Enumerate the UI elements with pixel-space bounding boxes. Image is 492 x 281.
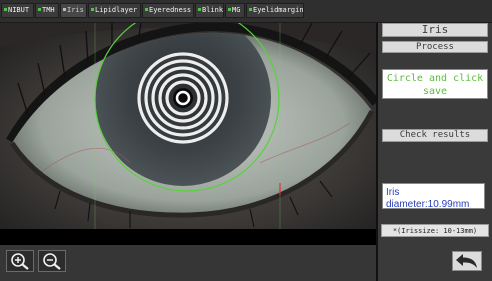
tab-indicator-icon (38, 7, 41, 11)
tab-indicator-icon (63, 7, 66, 11)
back-button[interactable] (452, 251, 482, 271)
tab-lipidlayer[interactable]: Lipidlayer (88, 3, 141, 18)
tab-label: TMH (42, 6, 55, 14)
tab-indicator-icon (145, 7, 148, 11)
zoom-in-button[interactable] (6, 250, 34, 272)
tab-label: Iris (67, 6, 84, 14)
tab-label: NIBUT (8, 6, 30, 14)
panel-title: Iris (382, 23, 488, 37)
tab-eyeredness[interactable]: Eyeredness (142, 3, 194, 18)
image-footer-bar (0, 229, 376, 245)
tab-blink[interactable]: Blink (195, 3, 224, 18)
camera-view[interactable] (0, 23, 376, 229)
tab-label: Eyeredness (149, 6, 192, 14)
tab-iris[interactable]: Iris (60, 3, 87, 18)
tab-tmh[interactable]: TMH (35, 3, 59, 18)
tab-label: Eyelidmargin (253, 6, 304, 14)
tab-label: Lipidlayer (95, 6, 138, 14)
tab-label: Blink (202, 6, 224, 14)
instruction-box: Circle and click save (382, 69, 488, 99)
control-panel: Iris Process Circle and click save Check… (378, 23, 492, 281)
tab-mg[interactable]: MG (225, 3, 245, 18)
eye-image (0, 23, 376, 229)
iris-size-range: *(Irissize: 10-13mm) (381, 224, 489, 237)
zoom-in-icon (11, 253, 29, 270)
zoom-out-icon (43, 253, 61, 270)
check-results-button[interactable]: Check results (382, 129, 488, 142)
tab-indicator-icon (198, 7, 201, 11)
tab-label: MG (232, 6, 241, 14)
tab-indicator-icon (228, 7, 231, 11)
iris-diameter-result: Iris diameter:10.99mm (382, 183, 485, 210)
tab-indicator-icon (4, 7, 7, 11)
tab-indicator-icon (91, 7, 94, 11)
back-arrow-icon (456, 254, 477, 268)
tab-indicator-icon (249, 7, 252, 11)
tab-nibut[interactable]: NIBUT (1, 3, 34, 18)
tab-eyelidmargin[interactable]: Eyelidmargin (246, 3, 304, 18)
tab-bar: NIBUT TMH Iris Lipidlayer Eyeredness Bli… (0, 0, 492, 23)
zoom-out-button[interactable] (38, 250, 66, 272)
process-header: Process (382, 41, 488, 53)
